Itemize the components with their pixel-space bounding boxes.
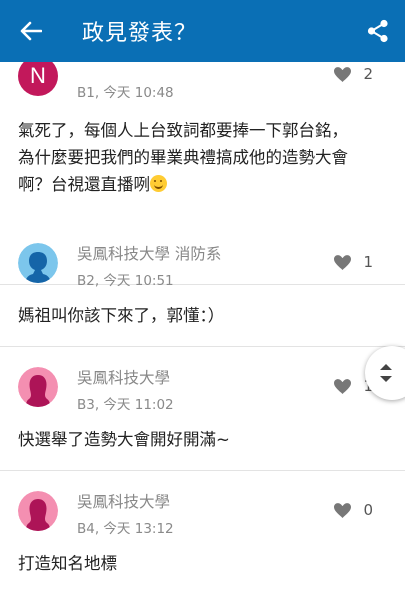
page-title: 政見發表？ <box>82 21 198 46</box>
reply-b3: 吳鳳科技大學 B3, 今天 11:02 1 快選舉了造勢大會開好開滿~ <box>0 347 405 471</box>
reply-meta: B4, 今天 13:12 <box>77 521 174 537</box>
like-count: 1 <box>363 253 373 271</box>
heart-icon <box>334 66 352 82</box>
reply-meta: B2, 今天 10:51 <box>77 273 174 289</box>
reply-b4: 吳鳳科技大學 B4, 今天 13:12 0 打造知名地標 <box>0 471 405 593</box>
avatar[interactable]: N <box>18 62 58 96</box>
content-line-with-emoji: 啊？台視還直播咧 <box>18 171 385 198</box>
back-button[interactable] <box>0 0 62 62</box>
reply-meta: B3, 今天 11:02 <box>77 397 174 413</box>
reply-author: 吳鳳科技大學 消防系 <box>77 245 222 263</box>
female-avatar-icon <box>18 491 58 531</box>
reply-meta: B1, 今天 10:48 <box>77 85 174 101</box>
up-down-arrows-icon <box>380 364 392 382</box>
male-avatar-icon <box>18 243 58 283</box>
reply-content: 快選舉了造勢大會開好開滿~ <box>18 426 385 453</box>
avatar[interactable] <box>18 367 58 407</box>
content-line: 啊？台視還直播咧 <box>18 175 150 194</box>
reply-feed[interactable]: N B1, 今天 10:48 2 氣死了，每個人上台致詞都要捧一下郭台銘， 為什… <box>0 62 405 593</box>
heart-icon <box>334 378 352 394</box>
like-count: 2 <box>363 65 373 83</box>
female-avatar-icon <box>18 367 58 407</box>
like-count: 0 <box>363 501 373 519</box>
reply-content: 氣死了，每個人上台致詞都要捧一下郭台銘， 為什麼要把我們的畢業典禮搞成他的造勢大… <box>18 117 385 198</box>
heart-icon <box>334 502 352 518</box>
content-line: 媽祖叫你該下來了，郭懂：） <box>18 306 225 325</box>
content-line: 快選舉了造勢大會開好開滿~ <box>18 430 230 449</box>
arrow-left-icon <box>20 21 42 41</box>
reply-content: 媽祖叫你該下來了，郭懂：） <box>18 302 385 329</box>
avatar[interactable] <box>18 243 58 283</box>
reply-author: 吳鳳科技大學 <box>77 493 171 511</box>
reply-content: 打造知名地標 <box>18 550 385 577</box>
share-icon <box>367 19 388 43</box>
app-bar: 政見發表？ <box>0 0 405 62</box>
share-button[interactable] <box>351 0 405 62</box>
smiling-face-icon <box>150 175 167 192</box>
content-line: 為什麼要把我們的畢業典禮搞成他的造勢大會 <box>18 148 348 167</box>
like-button[interactable]: 1 <box>334 253 373 271</box>
like-button[interactable]: 2 <box>334 65 373 83</box>
like-button[interactable]: 0 <box>334 501 373 519</box>
avatar[interactable] <box>18 491 58 531</box>
reply-b2: 吳鳳科技大學 消防系 B2, 今天 10:51 1 媽祖叫你該下來了，郭懂：） <box>0 223 405 347</box>
reply-author: 吳鳳科技大學 <box>77 369 171 387</box>
content-line: 氣死了，每個人上台致詞都要捧一下郭台銘， <box>18 121 348 140</box>
content-line: 打造知名地標 <box>18 554 117 573</box>
heart-icon <box>334 254 352 270</box>
